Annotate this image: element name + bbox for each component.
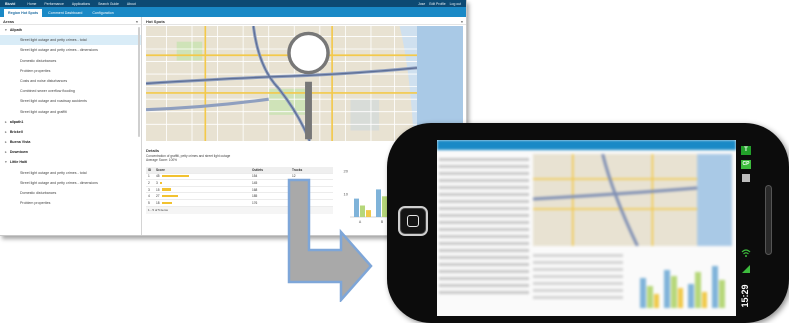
area-item[interactable]: Domestic disturbances xyxy=(0,188,141,198)
signal-icon xyxy=(742,265,750,273)
score-bar xyxy=(159,181,162,185)
transition-arrow xyxy=(287,178,373,302)
phone-chart xyxy=(640,266,725,308)
area-group[interactable]: ▸ allpath1 xyxy=(0,117,141,127)
nav-applications[interactable]: Applications xyxy=(72,2,90,6)
score-bar xyxy=(161,195,178,198)
area-group[interactable]: ▸ Buena Vista xyxy=(0,137,141,147)
hot-spots-title: Hot Spots xyxy=(146,19,165,24)
row-score: 15 xyxy=(156,188,252,192)
row-id: 3 xyxy=(148,187,150,192)
user-name[interactable]: Jose xyxy=(418,2,425,6)
column-trucks[interactable]: Trucks xyxy=(292,168,332,172)
area-group-label: Allpath xyxy=(9,28,22,32)
chart-bar[interactable] xyxy=(376,189,381,217)
phone-map xyxy=(532,153,732,247)
column-id[interactable]: ID xyxy=(146,168,156,172)
area-item[interactable]: Domestic disturbances xyxy=(0,56,141,66)
tab-region-hot-spots[interactable]: Region Hot Spots xyxy=(4,9,43,17)
phone-app-preview xyxy=(437,140,736,316)
row-score: 3 xyxy=(156,181,252,185)
score-value: 3 xyxy=(156,180,158,185)
area-item[interactable]: Costs and noise disturbances xyxy=(0,76,141,86)
phone-status-bar: T CP 15:29 xyxy=(736,140,754,316)
tab-configuration[interactable]: Configuration xyxy=(88,9,117,17)
chevron-right-icon[interactable]: ▸ xyxy=(5,120,7,124)
area-item[interactable]: Street light outage and petty crimes - d… xyxy=(0,178,141,188)
score-value: 27 xyxy=(156,194,160,199)
home-button[interactable] xyxy=(398,206,428,236)
phone-app-header xyxy=(437,140,736,150)
score-value: 15 xyxy=(156,187,160,192)
area-tree: ▾ Allpath Street light outage and petty cr… xyxy=(0,25,141,208)
area-item[interactable]: Problem properties xyxy=(0,66,141,76)
brand-logo: Bluvid xyxy=(5,1,16,6)
nav-search-guide[interactable]: Search Guide xyxy=(98,2,119,6)
expand-icon[interactable]: » xyxy=(461,19,463,24)
score-value: 45 xyxy=(156,174,160,179)
areas-title: Areas xyxy=(3,19,15,24)
area-group-label: Buena Vista xyxy=(9,140,31,145)
area-item[interactable]: Street light outage and petty crimes - t… xyxy=(0,35,141,46)
nav-about[interactable]: About xyxy=(127,2,136,6)
notification-badge-cp: CP xyxy=(741,160,751,169)
area-group-label: Downtown xyxy=(9,150,28,155)
logout-link[interactable]: Log out xyxy=(450,2,461,6)
areas-panel: Areas « ▾ Allpath Street light outage and p… xyxy=(0,17,142,235)
area-group-label: Brickell xyxy=(9,129,23,134)
score-bar xyxy=(161,188,171,191)
notification-badge-t: T xyxy=(741,146,751,155)
area-item[interactable]: Street light outage and graffiti xyxy=(0,107,141,117)
nav-performance[interactable]: Performance xyxy=(44,2,63,6)
chevron-down-icon[interactable]: ▾ xyxy=(5,28,7,32)
area-group-label: Little Haiti xyxy=(9,160,28,165)
home-icon xyxy=(407,215,419,227)
table-header: ID Score Outlets Trucks xyxy=(146,167,333,174)
row-score: 18 xyxy=(156,201,252,205)
wifi-icon xyxy=(741,249,751,257)
area-group[interactable]: ▾ Allpath xyxy=(0,25,141,35)
row-id: 5 xyxy=(148,200,150,205)
edit-profile-link[interactable]: Edit Profile xyxy=(429,2,445,6)
area-group[interactable]: ▸ Downtown xyxy=(0,147,141,157)
area-group[interactable]: ▾ Little Haiti xyxy=(0,157,141,167)
area-group[interactable]: ▸ Brickell xyxy=(0,127,141,137)
chevron-right-icon[interactable]: ▸ xyxy=(5,150,7,154)
area-item[interactable]: Problem properties xyxy=(0,198,141,208)
row-id: 4 xyxy=(148,194,150,199)
top-navigation-bar: Bluvid Home Performance Applications Sea… xyxy=(0,0,466,7)
chevron-down-icon[interactable]: ▾ xyxy=(5,160,7,164)
tab-comment-dashboard[interactable]: Comment Dashboard xyxy=(44,9,86,17)
area-item[interactable]: Combined sewer overflow flooding xyxy=(0,86,141,96)
phone-area-list xyxy=(439,154,529,298)
row-score: 27 xyxy=(156,194,252,198)
score-bar xyxy=(161,175,189,178)
column-outlets[interactable]: Outlets xyxy=(252,168,292,172)
notification-icon xyxy=(742,174,750,182)
areas-scrollbar[interactable] xyxy=(138,27,140,137)
score-bar xyxy=(161,201,173,204)
phone-details-list xyxy=(533,250,623,303)
collapse-icon[interactable]: « xyxy=(136,19,138,24)
chevron-right-icon[interactable]: ▸ xyxy=(5,130,7,134)
column-score[interactable]: Score xyxy=(156,168,252,172)
chevron-right-icon[interactable]: ▸ xyxy=(5,140,7,144)
x-tick-label: B xyxy=(381,220,384,224)
row-id: 1 xyxy=(148,174,150,179)
nav-home[interactable]: Home xyxy=(27,2,36,6)
arrow-shape xyxy=(287,178,373,302)
city-map[interactable] xyxy=(146,26,463,141)
y-tick-label: 20 xyxy=(344,169,349,174)
clock-time: 15:29 xyxy=(740,284,750,308)
phone-screen xyxy=(437,140,736,316)
tab-bar: Region Hot Spots Comment Dashboard Confi… xyxy=(0,7,466,17)
row-score: 45 xyxy=(156,174,252,178)
score-value: 18 xyxy=(156,200,160,205)
area-item[interactable]: Street light outage and petty crimes - d… xyxy=(0,45,141,55)
area-item[interactable]: Street light outage and petty crimes - t… xyxy=(0,168,141,178)
area-item[interactable]: Street light outage and roadway accident… xyxy=(0,96,141,106)
area-group-label: allpath1 xyxy=(9,119,24,124)
row-id: 2 xyxy=(148,180,150,185)
phone-side-button[interactable] xyxy=(765,185,772,255)
